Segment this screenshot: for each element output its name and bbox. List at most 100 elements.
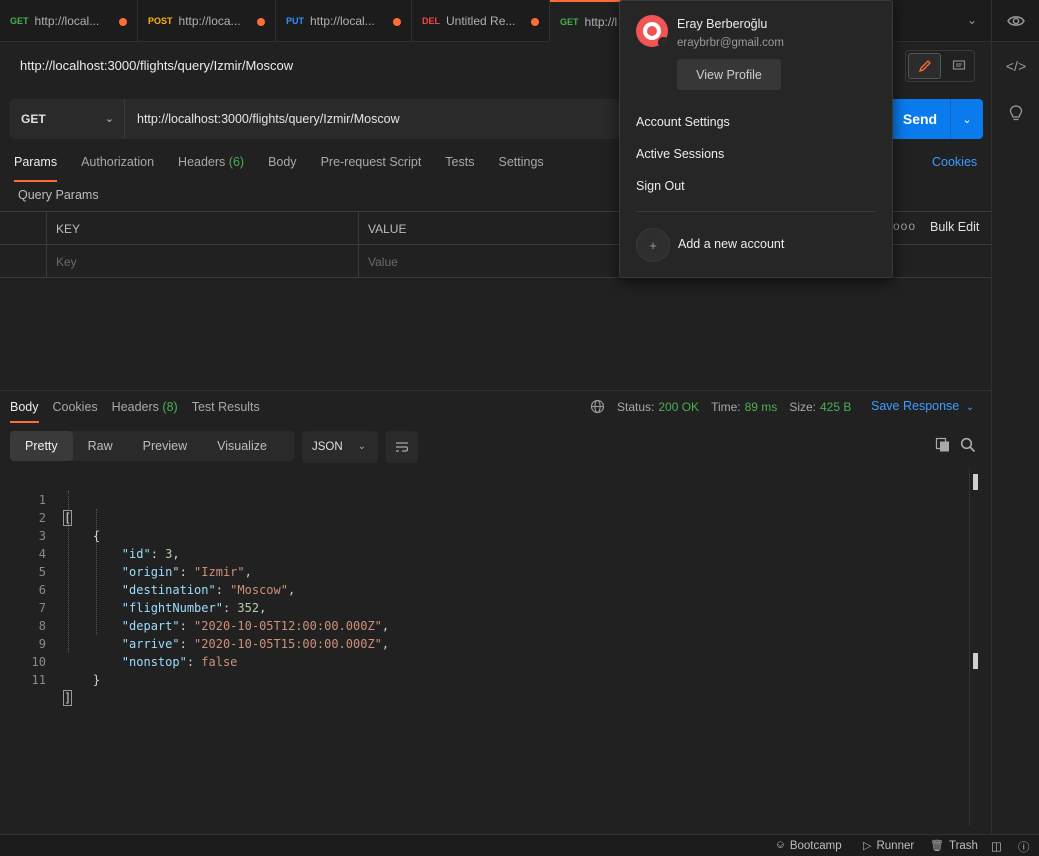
divider [0,390,991,391]
view-profile-button[interactable]: View Profile [677,59,781,90]
unsaved-dot-icon [531,18,539,26]
raw-button[interactable]: Raw [73,431,128,461]
wrap-lines-icon[interactable] [386,431,418,463]
line-number: 11 [31,673,46,687]
two-pane-icon[interactable]: ◫ [991,839,1002,853]
tab-response-cookies[interactable]: Cookies [53,399,98,423]
bootcamp-button[interactable]: ⎉ Bootcamp [776,839,842,852]
tab-tests[interactable]: Tests [445,154,474,182]
code-icon[interactable]: </> [992,58,1039,74]
status-badge [658,37,669,48]
mode-toggle [905,50,975,82]
tab-method: POST [148,16,173,26]
visualize-button[interactable]: Visualize [202,431,282,461]
code-line: 7 "depart": "2020-10-05T12:00:00.000Z", [0,581,970,633]
request-tab[interactable]: DEL Untitled Re... [412,0,550,42]
request-tab[interactable]: PUT http://local... [276,0,412,42]
request-tab[interactable]: GET http://local... [0,0,138,42]
code-line: 9 "nonstop": false [0,617,970,669]
tab-title: http://l [584,15,618,29]
comment-icon[interactable] [943,51,974,81]
active-sessions-item[interactable]: Active Sessions [636,147,724,161]
time-label: Time: [711,399,741,414]
json-punct: } [92,673,101,687]
chevron-down-icon: ⌄ [104,113,114,125]
copy-icon[interactable] [935,437,951,453]
response-headers-count: (8) [162,400,178,414]
key-column-header: KEY [46,212,358,245]
plus-icon[interactable]: + [636,228,670,262]
more-options-icon[interactable]: ooo [893,219,916,233]
code-line: 11 ] [0,653,970,706]
eye-icon[interactable] [1007,14,1025,28]
json-punct: ] [62,690,73,706]
account-settings-item[interactable]: Account Settings [636,115,730,129]
code-line: 8 "arrive": "2020-10-05T15:00:00.000Z", [0,599,970,651]
pretty-button[interactable]: Pretty [10,431,73,461]
edit-pencil-icon[interactable] [908,53,941,79]
tab-settings[interactable]: Settings [498,154,543,182]
editor-scrollbar[interactable] [969,469,970,826]
tab-body[interactable]: Body [268,154,297,182]
unsaved-dot-icon [119,18,127,26]
bulk-edit-button[interactable]: Bulk Edit [930,220,979,234]
tab-test-results[interactable]: Test Results [192,399,260,423]
runner-button[interactable]: ▷ Runner [863,839,914,853]
tab-method: GET [10,16,29,26]
time-value: 89 ms [744,399,778,414]
account-dropdown: Eray Berberoğlu eraybrbr@gmail.com View … [619,0,893,278]
preview-button[interactable]: Preview [128,431,202,461]
sign-out-item[interactable]: Sign Out [636,179,685,193]
bootcamp-icon: ⎉ [776,839,785,851]
code-line: 4 "origin": "Izmir", [0,527,970,579]
chevron-down-icon[interactable]: ⌄ [967,13,977,27]
request-title[interactable]: http://localhost:3000/flights/query/Izmi… [20,58,293,73]
avatar [636,15,669,48]
method-value: GET [21,112,46,126]
response-body-code[interactable]: 1 [ 2 { 3 "id": 3, 4 "origin": "Izmir", … [0,473,970,706]
tab-method: PUT [286,16,304,26]
code-line: 5 "destination": "Moscow", [0,545,970,597]
send-options-chevron-icon[interactable]: ⌄ [950,99,983,139]
scroll-marker [973,474,978,490]
help-icon[interactable]: ⓘ [1018,839,1030,855]
search-icon[interactable] [960,437,976,453]
unsaved-dot-icon [393,18,401,26]
trash-button[interactable]: 🗑 Trash [930,839,978,853]
method-select[interactable]: GET ⌄ [10,99,125,139]
size-label: Size: [789,399,816,414]
checkbox-column [0,212,46,245]
response-tabs: Body Cookies Headers (8) Test Results [10,399,274,423]
code-line: 2 { [0,491,970,543]
tab-authorization[interactable]: Authorization [81,154,154,182]
send-button[interactable]: Send [890,99,950,139]
globe-icon[interactable] [590,399,605,414]
status-bar: ⎉ Bootcamp ▷ Runner 🗑 Trash ◫ ⓘ [0,834,1039,856]
tab-headers-label: Headers [178,155,226,169]
code-line: 1 [ [0,473,970,526]
tab-method: GET [560,17,579,27]
status-value: 200 OK [658,399,700,414]
request-tab-active[interactable]: GET http://l [550,0,630,42]
tab-title: http://local... [34,14,100,28]
format-select[interactable]: JSON ⌄ [302,431,378,463]
code-line: 3 "id": 3, [0,509,970,561]
tab-response-body[interactable]: Body [10,399,39,423]
right-sidebar: </> [991,42,1039,834]
save-response-label: Save Response [871,399,960,413]
request-tab[interactable]: POST http://loca... [138,0,276,42]
add-account-item[interactable]: Add a new account [678,237,784,251]
cookies-link[interactable]: Cookies [932,155,977,169]
tab-prerequest-script[interactable]: Pre-request Script [321,154,422,182]
tab-headers[interactable]: Headers (6) [178,154,244,182]
request-tabs: Params Authorization Headers (6) Body Pr… [14,154,568,182]
runner-icon: ▷ [863,840,872,852]
tab-params[interactable]: Params [14,154,58,182]
lightbulb-icon[interactable] [1008,104,1024,122]
tab-response-headers[interactable]: Headers (8) [112,399,178,423]
scroll-marker [973,653,978,669]
unsaved-dot-icon [257,18,265,26]
save-response-button[interactable]: Save Response ⌄ [871,399,974,413]
size-value: 425 B [820,399,852,414]
key-input[interactable]: Key [46,245,358,278]
